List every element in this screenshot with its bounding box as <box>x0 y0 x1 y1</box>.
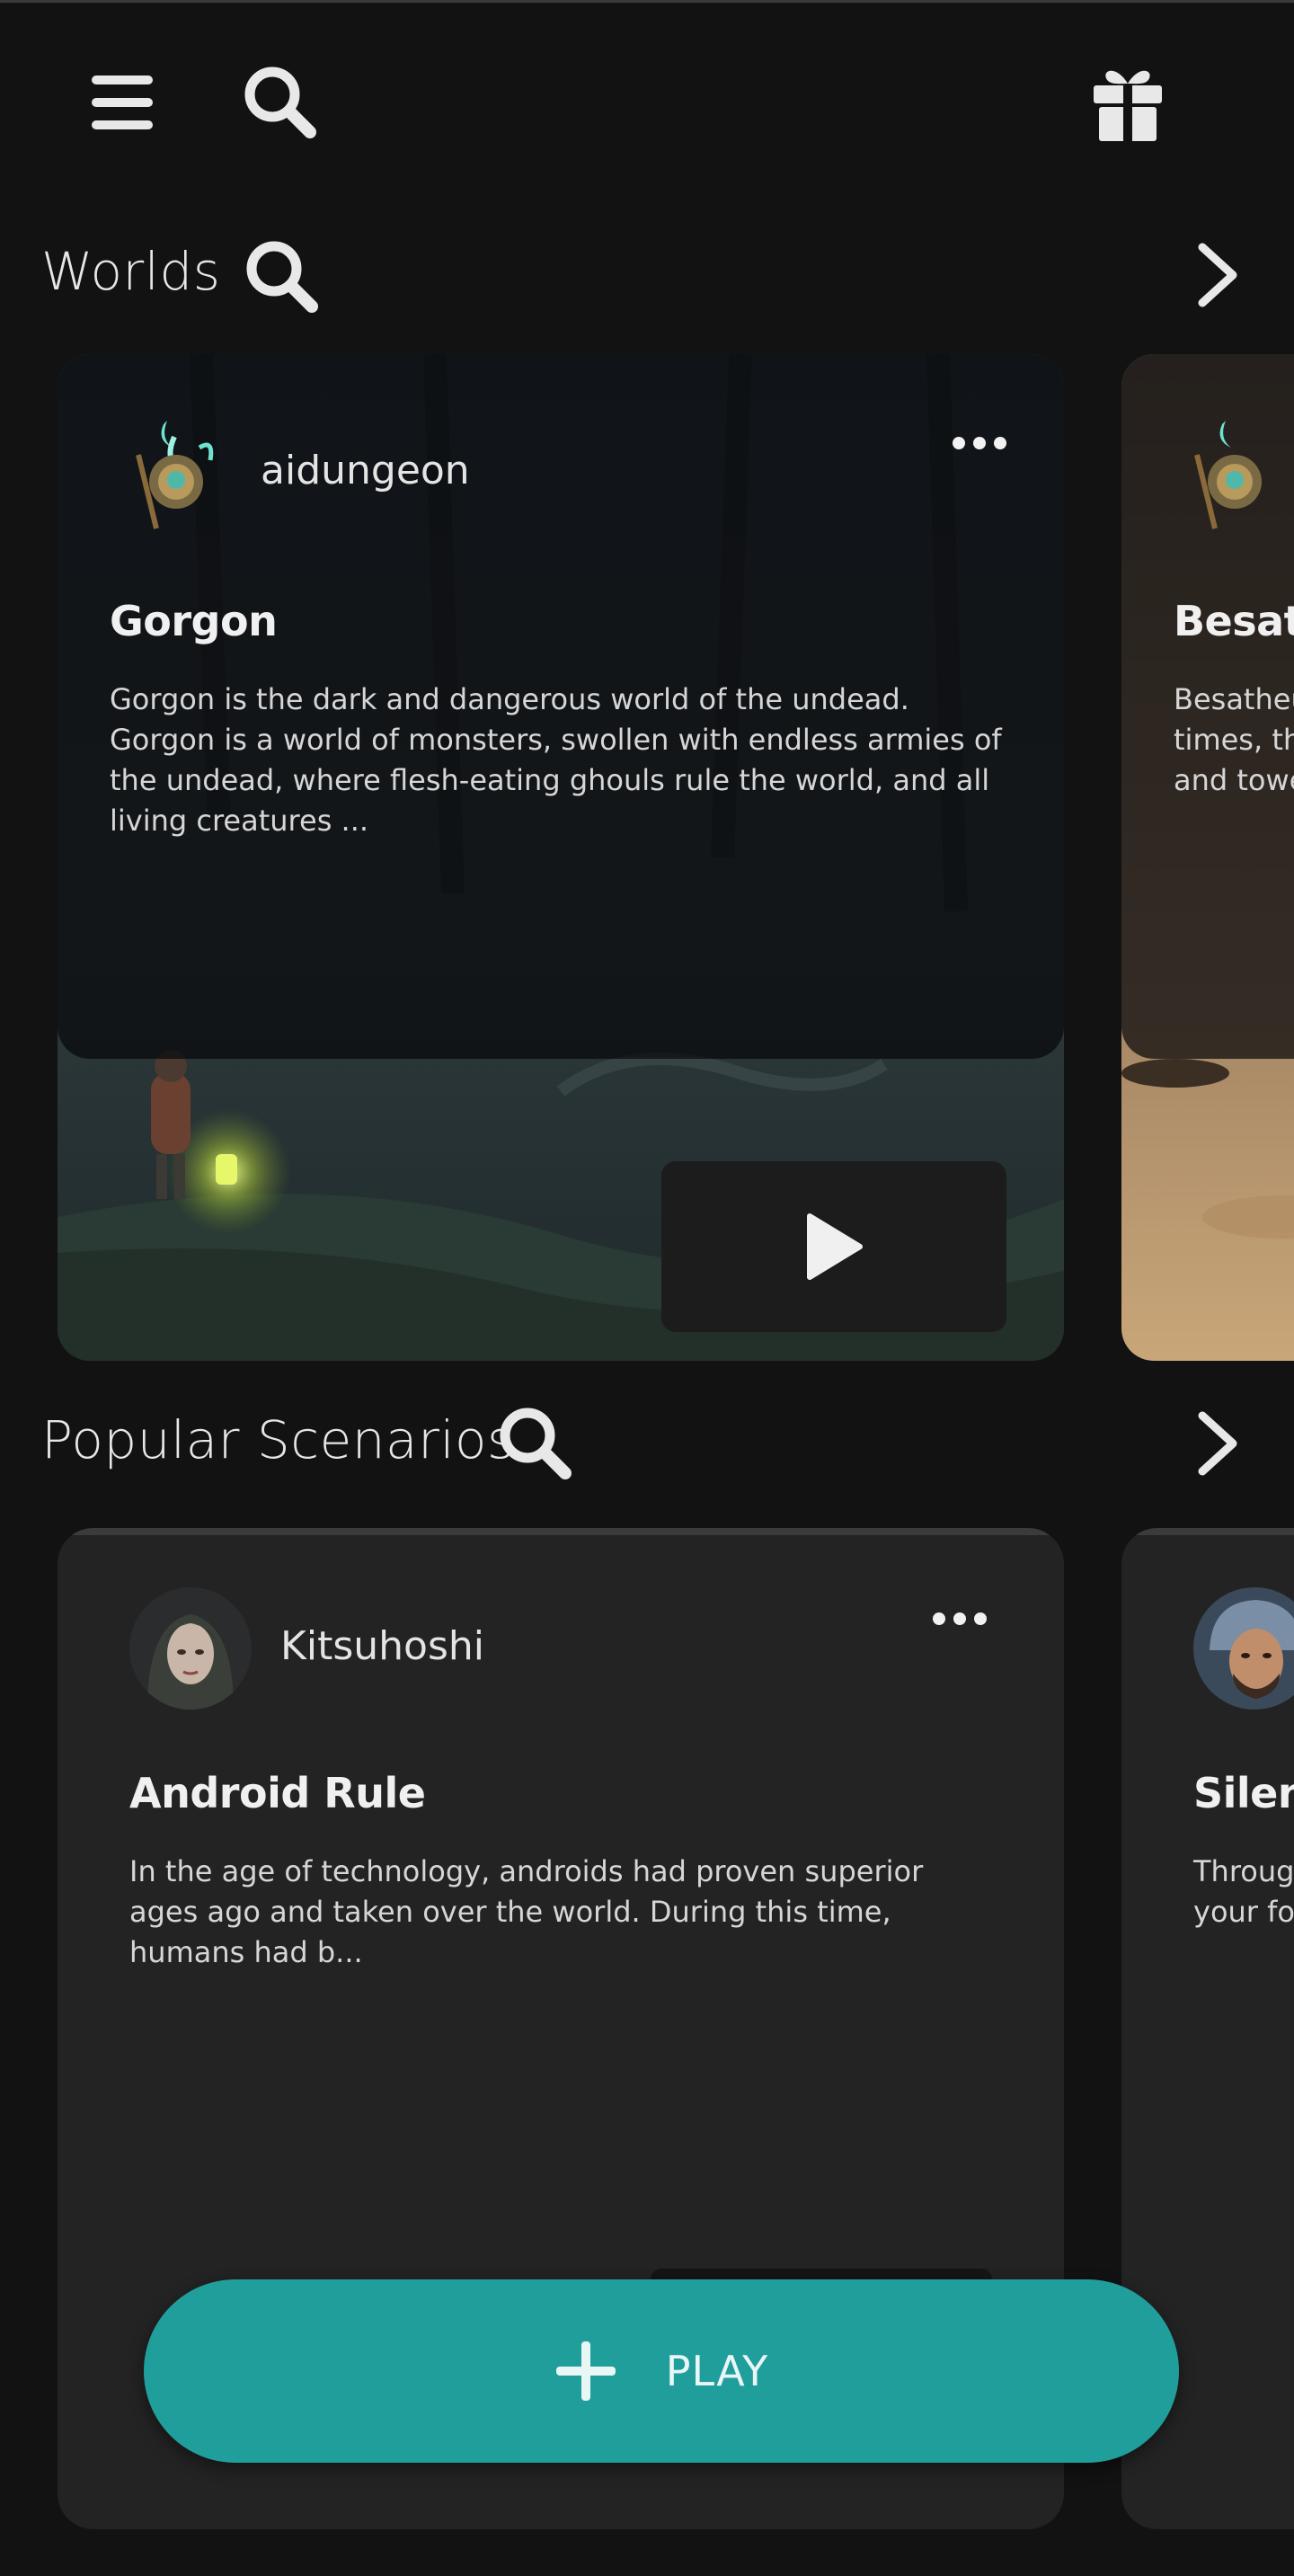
play-icon <box>807 1213 863 1280</box>
menu-button[interactable] <box>86 68 158 137</box>
dot-icon <box>933 1612 945 1625</box>
plus-icon <box>555 2341 616 2401</box>
dot-icon <box>974 1612 987 1625</box>
scenario-title: Android Rule <box>129 1769 426 1817</box>
chevron-right-icon <box>1198 243 1237 307</box>
more-options-button[interactable] <box>933 1612 987 1625</box>
description-line: Besatheu <box>1174 682 1294 716</box>
dot-icon <box>994 437 1006 449</box>
play-label: PLAY <box>665 2347 769 2395</box>
worlds-next-button[interactable] <box>1186 239 1249 311</box>
scenarios-next-button[interactable] <box>1186 1408 1249 1479</box>
status-divider <box>0 0 1294 3</box>
scenarios-search-button[interactable] <box>496 1404 573 1481</box>
author-avatar <box>1194 421 1262 529</box>
scenario-title: Silent <box>1193 1769 1294 1817</box>
description-line: your for <box>1193 1895 1294 1929</box>
author-avatar <box>136 421 214 529</box>
more-options-button[interactable] <box>953 437 1006 449</box>
world-card-besath[interactable]: Besath Besatheu times, the and towe <box>1121 354 1294 1361</box>
chevron-right-icon <box>1198 1411 1237 1476</box>
author-avatar <box>1193 1587 1294 1710</box>
world-title: Besath <box>1174 597 1294 645</box>
worlds-title: Worlds <box>41 241 221 302</box>
description-line: times, the <box>1174 723 1294 757</box>
dot-icon <box>973 437 986 449</box>
gift-button[interactable] <box>1089 63 1166 144</box>
scenarios-title: Popular Scenarios <box>41 1409 515 1470</box>
search-icon <box>244 67 316 138</box>
play-button[interactable]: PLAY <box>144 2279 1179 2463</box>
author-name[interactable]: Kitsuhoshi <box>280 1623 484 1669</box>
world-title: Gorgon <box>110 597 278 645</box>
scenario-description: Through your for <box>1193 1852 1294 1932</box>
dot-icon <box>953 437 965 449</box>
description-line: and towe <box>1174 763 1294 797</box>
author-avatar <box>129 1587 252 1710</box>
hamburger-menu-icon <box>92 76 153 129</box>
search-icon <box>500 1408 572 1479</box>
search-icon <box>246 241 318 313</box>
world-description: Besatheu times, the and towe <box>1174 680 1294 801</box>
author-name[interactable]: aidungeon <box>261 448 470 493</box>
world-description: Gorgon is the dark and dangerous world o… <box>110 682 1002 838</box>
scenario-description: In the age of technology, androids had p… <box>129 1854 924 1969</box>
world-play-button[interactable] <box>661 1161 1006 1332</box>
search-button[interactable] <box>241 63 318 140</box>
description-line: Through <box>1193 1854 1294 1888</box>
worlds-search-button[interactable] <box>243 237 320 315</box>
gift-icon <box>1094 70 1162 141</box>
dot-icon <box>953 1612 966 1625</box>
